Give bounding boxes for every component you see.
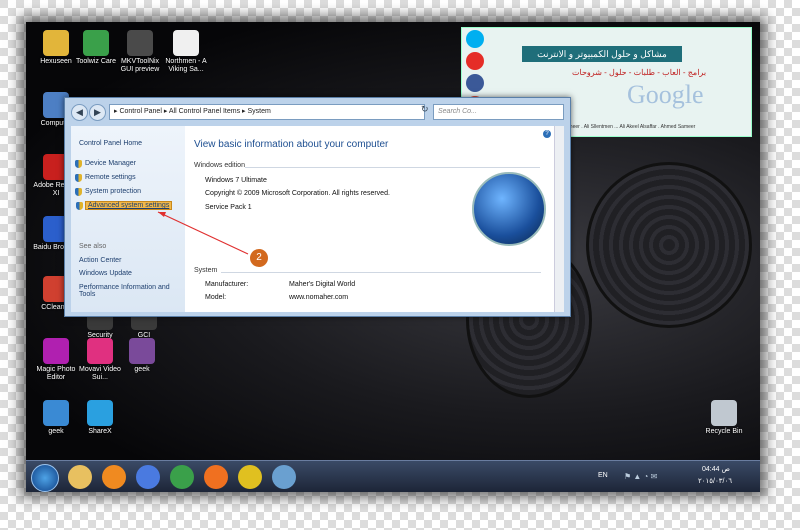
screenshot-frame: Hexuseen Toolwiz Care MKVToolNix GUI previ…: [26, 22, 760, 492]
date[interactable]: ٢٠١٥/٠٣/٠٦: [698, 477, 732, 485]
taskbar: EN ⚑ ▲ ◔ ✉ 04:44 ص ٢٠١٥/٠٣/٠٦: [26, 460, 760, 492]
chrome-icon[interactable]: [170, 465, 194, 489]
libraries-icon[interactable]: [68, 465, 92, 489]
tray-icons[interactable]: ⚑ ▲ ◔ ✉: [624, 472, 684, 482]
chrome-canary-icon[interactable]: [238, 465, 262, 489]
baidu-icon[interactable]: [136, 465, 160, 489]
language-indicator[interactable]: EN: [598, 472, 608, 479]
annotation-arrow: [157, 211, 249, 255]
media-player-icon[interactable]: [102, 465, 126, 489]
clock[interactable]: 04:44 ص: [702, 465, 730, 473]
firefox-icon[interactable]: [204, 465, 228, 489]
start-button[interactable]: [31, 464, 59, 492]
network-icon[interactable]: [272, 465, 296, 489]
step-badge: 2: [249, 248, 269, 268]
